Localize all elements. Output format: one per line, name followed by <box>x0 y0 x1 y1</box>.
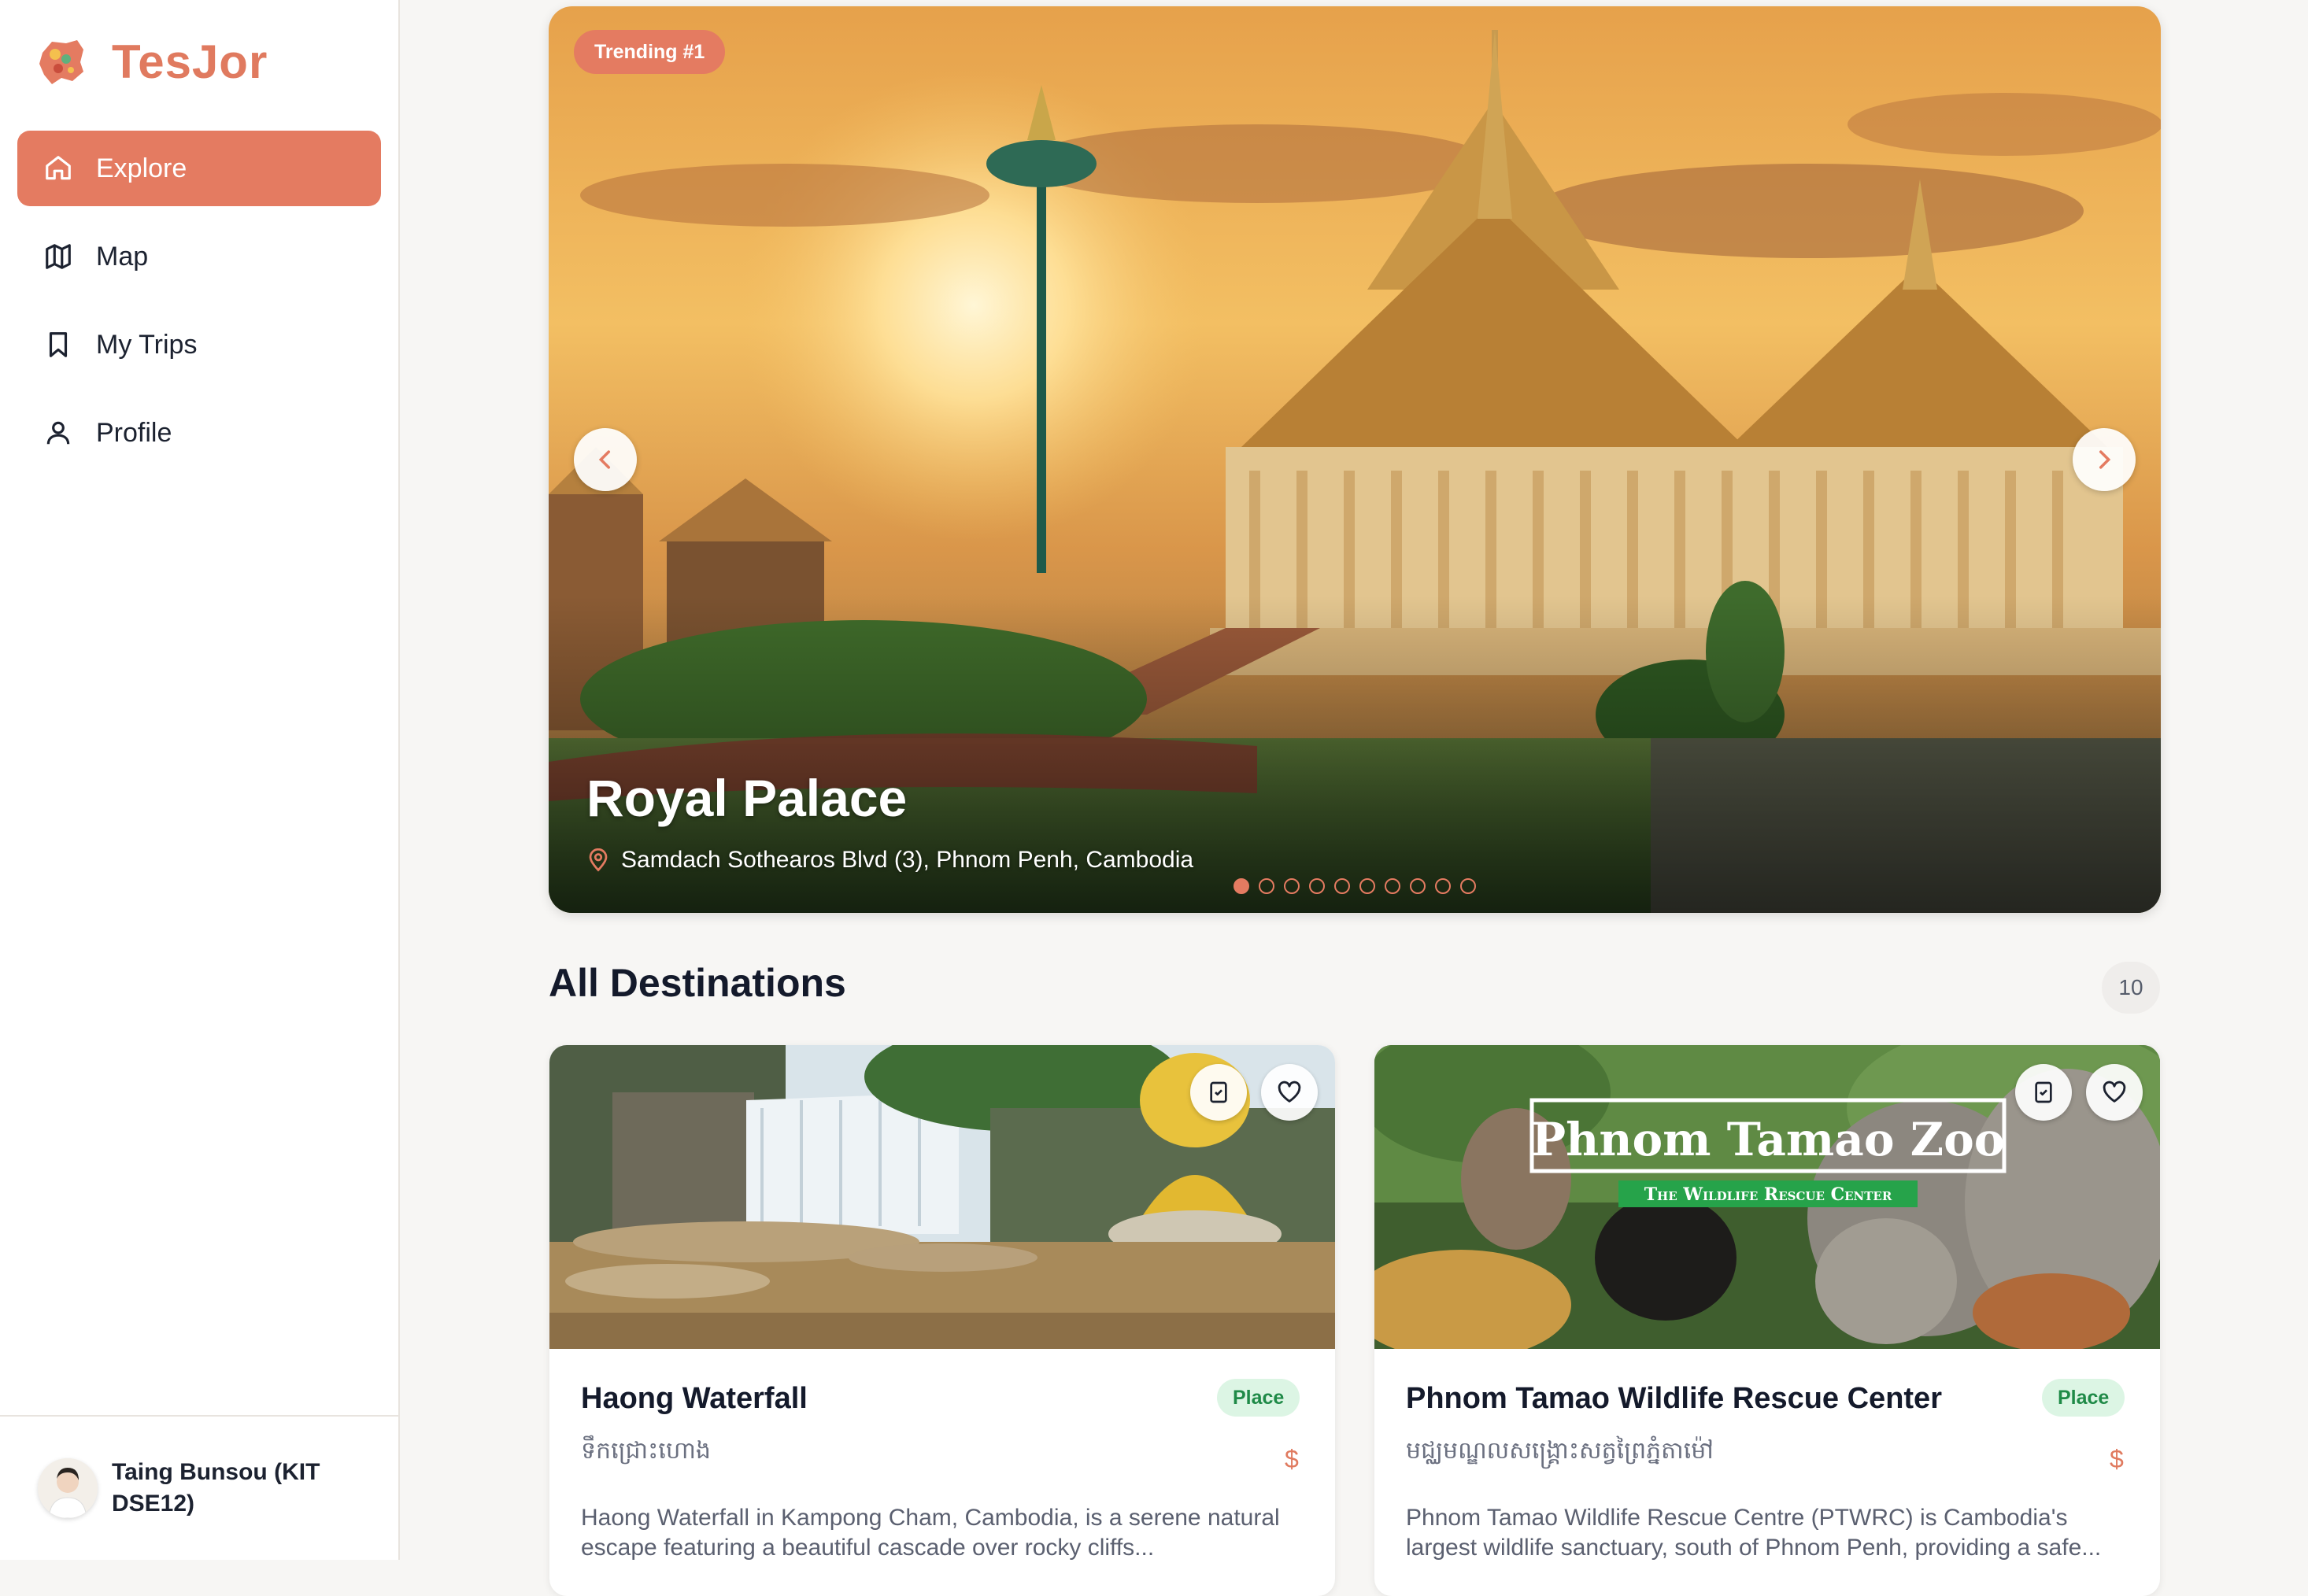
main-nav: Explore Map My Trips Profile <box>17 131 381 483</box>
destination-name: Phnom Tamao Wildlife Rescue Center <box>1406 1382 1942 1415</box>
hero-title: Royal Palace <box>586 769 908 827</box>
avatar[interactable] <box>38 1458 98 1518</box>
carousel-dot[interactable] <box>1284 878 1300 894</box>
add-to-trip-button[interactable] <box>1190 1064 1247 1121</box>
nav-item-my-trips[interactable]: My Trips <box>17 307 381 382</box>
carousel-dots <box>1234 878 1485 894</box>
clipboard-check-icon <box>1210 1081 1227 1103</box>
nav-item-explore[interactable]: Explore <box>17 131 381 206</box>
brand-name: TesJor <box>112 35 268 88</box>
hero-location-text: Samdach Sothearos Blvd (3), Phnom Penh, … <box>621 847 1194 873</box>
zoo-sign-subtitle: The Wildlife Rescue Center <box>1644 1184 1892 1205</box>
user-footer[interactable]: Taing Bunsou (KIT DSE12) <box>0 1415 398 1560</box>
location-pin-icon <box>589 848 608 872</box>
destination-name: Haong Waterfall <box>581 1382 808 1415</box>
price-level: $ <box>2110 1445 2124 1473</box>
nav-label: My Trips <box>96 329 198 360</box>
heart-icon <box>1278 1081 1301 1103</box>
user-name: Taing Bunsou (KIT DSE12) <box>112 1459 320 1517</box>
favorite-button[interactable] <box>1261 1064 1318 1121</box>
map-icon <box>43 241 74 272</box>
destination-khmer-name: មជ្ឈមណ្ឌលសង្គ្រោះសត្វព្រៃភ្នំតាម៉ៅ <box>1406 1438 1714 1464</box>
carousel-prev-button[interactable] <box>574 428 637 491</box>
destination-count-badge: 10 <box>2102 962 2160 1014</box>
type-badge: Place <box>2042 1379 2125 1417</box>
add-to-trip-button[interactable] <box>2015 1064 2072 1121</box>
cambodia-map-logo-icon <box>39 39 83 84</box>
nav-label: Explore <box>96 153 187 183</box>
carousel-dot[interactable] <box>1410 878 1426 894</box>
price-level: $ <box>1285 1445 1299 1473</box>
carousel-dot[interactable] <box>1435 878 1451 894</box>
zoo-sign-title: Phnom Tamao Zoo <box>1532 1113 2005 1166</box>
section-title: All Destinations <box>549 961 846 1005</box>
clipboard-check-icon <box>2035 1081 2052 1103</box>
favorite-button[interactable] <box>2086 1064 2143 1121</box>
hero-carousel[interactable]: Trending #1 Royal Palace Samdach Sothear… <box>549 6 2161 913</box>
carousel-dot[interactable] <box>1309 878 1325 894</box>
heart-icon <box>2103 1081 2126 1103</box>
destination-description: Phnom Tamao Wildlife Rescue Centre (PTWR… <box>1406 1505 2102 1561</box>
carousel-dot[interactable] <box>1385 878 1400 894</box>
type-badge: Place <box>1217 1379 1300 1417</box>
destination-description: Haong Waterfall in Kampong Cham, Cambodi… <box>581 1505 1280 1561</box>
carousel-dot[interactable] <box>1234 878 1249 894</box>
nav-label: Map <box>96 241 149 272</box>
destination-card[interactable]: Phnom Tamao Zoo The Wildlife Rescue Cent… <box>1374 1045 2160 1596</box>
destination-khmer-name: ទឹកជ្រោះហោង <box>581 1438 711 1464</box>
trending-badge: Trending #1 <box>574 30 726 74</box>
nav-item-map[interactable]: Map <box>17 219 381 294</box>
nav-label: Profile <box>96 417 172 448</box>
carousel-dot[interactable] <box>1334 878 1350 894</box>
carousel-dot[interactable] <box>1460 878 1476 894</box>
chevron-right-icon <box>2099 450 2111 469</box>
carousel-dot[interactable] <box>1259 878 1274 894</box>
sidebar: TesJor Explore Map My Trips Profile Tain… <box>0 0 400 1560</box>
destination-card[interactable]: Haong Waterfall Place ទឹកជ្រោះហោង $ Haon… <box>549 1045 1335 1596</box>
chevron-left-icon <box>598 450 611 469</box>
hero-location: Samdach Sothearos Blvd (3), Phnom Penh, … <box>586 847 1193 874</box>
brand[interactable]: TesJor <box>35 35 268 89</box>
bookmark-icon <box>43 329 74 360</box>
carousel-next-button[interactable] <box>2073 428 2136 491</box>
home-icon <box>43 153 74 184</box>
carousel-dot[interactable] <box>1359 878 1375 894</box>
user-icon <box>43 417 74 449</box>
nav-item-profile[interactable]: Profile <box>17 395 381 471</box>
